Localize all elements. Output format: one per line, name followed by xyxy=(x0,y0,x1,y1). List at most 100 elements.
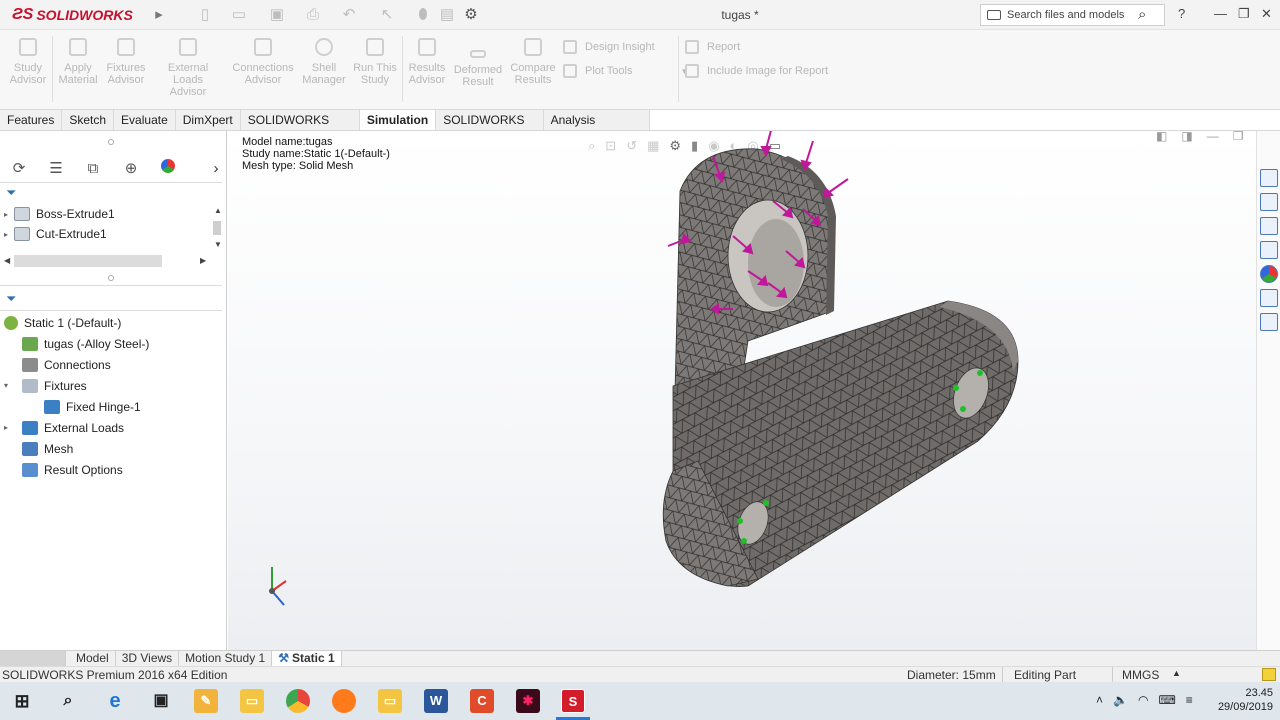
view-palette-icon[interactable] xyxy=(1260,241,1278,259)
tree-item-cut-extrude1[interactable]: ▸ Cut-Extrude1 xyxy=(4,224,214,244)
minimize-icon[interactable]: — xyxy=(1214,6,1227,21)
tree-item-fixtures[interactable]: ▾ Fixtures xyxy=(0,375,222,396)
configuration-manager-icon[interactable]: ⧉ xyxy=(82,158,104,180)
internet-explorer-icon[interactable]: e xyxy=(103,689,127,713)
design-insight-button[interactable]: Design Insight xyxy=(563,40,655,54)
scroll-left-icon[interactable]: ◀ xyxy=(4,256,10,265)
menu-arrow-icon[interactable]: ▸ xyxy=(150,6,168,24)
tab-solidworks-mbd[interactable]: SOLIDWORKS MBD xyxy=(436,110,544,148)
chrome-icon[interactable] xyxy=(286,689,310,713)
tab-solidworks-add-ins[interactable]: SOLIDWORKS Add-Ins xyxy=(240,110,360,148)
scroll-up-icon[interactable]: ▲ xyxy=(214,206,222,215)
tree-item-external-loads[interactable]: ▸ External Loads xyxy=(0,417,222,438)
connections-advisor-button[interactable]: Connections Advisor xyxy=(230,38,296,86)
splitter-handle[interactable] xyxy=(108,139,114,145)
solidworks-logo[interactable]: ƧS SOLIDWORKS xyxy=(12,4,133,26)
file-explorer-icon[interactable] xyxy=(1260,217,1278,235)
tab-features[interactable]: Features xyxy=(0,110,63,131)
filter-icon[interactable]: ⏷ xyxy=(6,185,16,201)
custom-properties-icon[interactable] xyxy=(1260,289,1278,307)
tray-overflow-icon[interactable]: ˄ xyxy=(1096,693,1103,707)
run-study-button[interactable]: Run This Study xyxy=(352,38,398,86)
forum-icon[interactable] xyxy=(1260,313,1278,331)
tab-motion-study[interactable]: Motion Study 1 xyxy=(179,650,273,667)
plot-tools-button[interactable]: Plot Tools ▼ xyxy=(563,64,688,78)
tab-evaluate[interactable]: Evaluate xyxy=(114,110,176,131)
autocad-icon[interactable]: ✱ xyxy=(516,689,540,713)
filter-icon[interactable]: ⏷ xyxy=(6,291,16,307)
expand-arrow-icon[interactable]: ▸ xyxy=(4,423,22,432)
search-icon[interactable]: ⌕ xyxy=(56,689,80,713)
report-button[interactable]: Report xyxy=(685,40,740,54)
external-loads-advisor-button[interactable]: External Loads Advisor xyxy=(152,38,224,98)
design-library-icon[interactable] xyxy=(1260,193,1278,211)
tree-item-connections[interactable]: Connections xyxy=(0,354,222,375)
print-icon[interactable]: ⎙ xyxy=(304,6,322,24)
tab-3d-views[interactable]: 3D Views xyxy=(116,650,180,667)
word-icon[interactable]: W xyxy=(424,689,448,713)
save-icon[interactable]: ▣ xyxy=(268,6,286,24)
dimxpert-manager-icon[interactable]: ⊕ xyxy=(120,158,142,180)
graphics-area[interactable]: Model name:tugas Study name:Static 1(-De… xyxy=(228,131,1256,650)
compare-results-button[interactable]: Compare Results xyxy=(508,38,558,86)
open-icon[interactable]: ▭ xyxy=(230,6,248,24)
tab-scroll-arrows[interactable] xyxy=(0,650,66,667)
shell-manager-button[interactable]: Shell Manager xyxy=(302,38,346,86)
tab-sketch[interactable]: Sketch xyxy=(62,110,115,131)
expand-arrow-icon[interactable]: ▸ xyxy=(4,230,14,239)
undo-icon[interactable]: ↶ xyxy=(340,6,358,24)
splitter-handle[interactable] xyxy=(108,275,114,281)
sketch-app-icon[interactable]: ✎ xyxy=(194,689,218,713)
apply-material-button[interactable]: Apply Material xyxy=(56,38,100,86)
tree-item-part[interactable]: tugas (-Alloy Steel-) xyxy=(0,333,222,354)
close-icon[interactable]: ✕ xyxy=(1261,6,1272,22)
folder-icon[interactable]: ▭ xyxy=(378,689,402,713)
options-gear-icon[interactable]: ⚙ xyxy=(462,6,480,24)
deformed-result-button[interactable]: Deformed Result xyxy=(452,50,504,88)
vertical-scrollbar[interactable] xyxy=(213,221,221,235)
tab-model[interactable]: Model xyxy=(66,650,116,667)
file-properties-icon[interactable]: ▤ xyxy=(438,6,456,24)
store-icon[interactable]: ▣ xyxy=(149,689,173,713)
rebuild-icon[interactable]: ⬮ xyxy=(414,6,432,24)
tree-item-mesh[interactable]: Mesh xyxy=(0,438,222,459)
scroll-down-icon[interactable]: ▼ xyxy=(214,240,222,249)
chevron-right-icon[interactable]: › xyxy=(205,158,227,180)
display-manager-icon[interactable] xyxy=(157,158,179,180)
taskbar-clock[interactable]: 23.45 29/09/2019 xyxy=(1205,686,1273,714)
study-root[interactable]: Static 1 (-Default-) xyxy=(0,312,222,333)
help-icon[interactable]: ? xyxy=(1178,6,1185,21)
tab-dimxpert[interactable]: DimXpert xyxy=(175,110,241,131)
tab-static-1[interactable]: ⚒ Static 1 xyxy=(272,650,342,667)
scroll-right-icon[interactable]: ▶ xyxy=(200,256,206,265)
select-icon[interactable]: ↖ xyxy=(378,6,396,24)
fixtures-advisor-button[interactable]: Fixtures Advisor xyxy=(104,38,148,86)
results-advisor-button[interactable]: Results Advisor xyxy=(406,38,448,86)
volume-icon[interactable]: 🔈 xyxy=(1113,693,1128,707)
study-advisor-button[interactable]: Study Advisor xyxy=(8,38,48,86)
network-icon[interactable]: ◠ xyxy=(1138,693,1148,707)
appearances-icon[interactable] xyxy=(1260,265,1278,283)
language-icon[interactable]: ≡ xyxy=(1186,693,1193,707)
collapse-arrow-icon[interactable]: ▾ xyxy=(4,381,22,390)
search-icon[interactable]: ⌕ xyxy=(1138,6,1146,23)
solidworks-resources-icon[interactable] xyxy=(1260,169,1278,187)
tree-item-fixed-hinge[interactable]: Fixed Hinge-1 xyxy=(0,396,222,417)
tab-simulation[interactable]: Simulation xyxy=(359,110,437,131)
expand-arrow-icon[interactable]: ▸ xyxy=(4,210,14,219)
tree-item-result-options[interactable]: Result Options xyxy=(0,459,222,480)
horizontal-scrollbar[interactable] xyxy=(14,255,162,267)
solidworks-taskbar-icon[interactable]: S xyxy=(561,689,585,713)
firefox-icon[interactable] xyxy=(332,689,356,713)
units-selector[interactable]: MMGS xyxy=(1122,668,1159,682)
file-explorer-icon[interactable]: ▭ xyxy=(240,689,264,713)
new-document-icon[interactable]: ▯ xyxy=(196,6,214,24)
feature-manager-icon[interactable]: ⟳ xyxy=(8,158,30,180)
tab-analysis-preparation[interactable]: Analysis Preparation xyxy=(543,110,650,148)
tree-item-boss-extrude1[interactable]: ▸ Boss-Extrude1 xyxy=(4,204,214,224)
property-manager-icon[interactable]: ☰ xyxy=(45,158,67,180)
screen-recorder-icon[interactable]: C xyxy=(470,689,494,713)
windows-start-icon[interactable]: ⊞ xyxy=(10,689,34,713)
keyboard-icon[interactable]: ⌨ xyxy=(1158,693,1175,707)
rebuild-status-icon[interactable] xyxy=(1262,668,1276,681)
